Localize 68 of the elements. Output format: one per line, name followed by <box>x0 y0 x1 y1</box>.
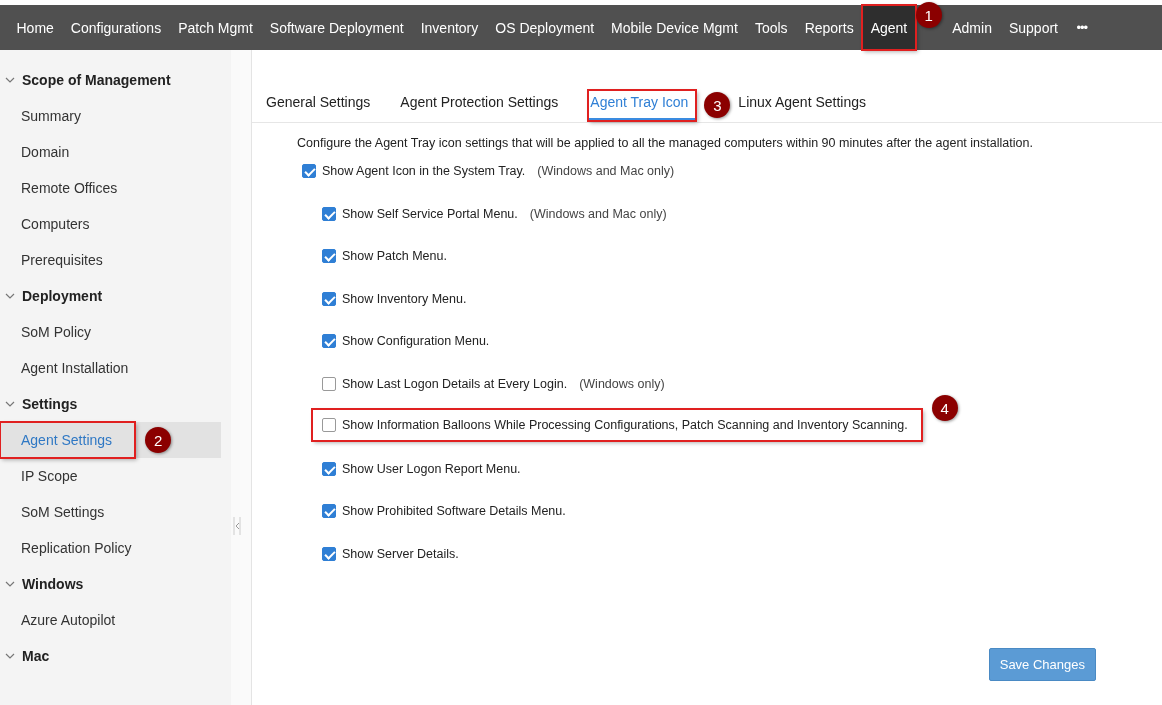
settings-tab[interactable]: General Settings <box>266 89 379 121</box>
more-menu-button[interactable]: ••• <box>1066 20 1098 35</box>
collapse-handle-icon[interactable] <box>233 517 241 535</box>
settings-tab[interactable]: Agent Protection Settings <box>400 89 567 121</box>
callout-number: 4 <box>931 395 958 421</box>
callout-number: 3 <box>704 92 731 118</box>
chevron-icon[interactable] <box>5 401 15 407</box>
nav-tab[interactable]: Admin <box>943 5 1001 50</box>
checkbox[interactable] <box>322 206 336 221</box>
option-label: Show Self Service Portal Menu. <box>342 206 518 221</box>
nav-tab[interactable]: Tools <box>746 5 797 50</box>
settings-tab[interactable]: Linux Agent Settings <box>738 89 874 121</box>
section-title[interactable]: Settings <box>22 396 78 412</box>
nav-tab[interactable]: Agent <box>862 5 916 50</box>
nav-tab[interactable]: Patch Mgmt <box>169 5 262 50</box>
nav-tab[interactable]: Reports <box>796 5 863 50</box>
sidebar-item[interactable]: Prerequisites <box>0 242 126 278</box>
checkbox[interactable] <box>302 164 316 178</box>
nav-tab[interactable]: Software Deployment <box>261 5 413 50</box>
nav-tab[interactable]: Support <box>1000 5 1067 50</box>
checkbox[interactable] <box>322 504 336 518</box>
chevron-icon[interactable] <box>5 293 15 299</box>
section-title[interactable]: Windows <box>22 576 84 592</box>
checkbox[interactable] <box>322 249 336 263</box>
option-label: Show Configuration Menu. <box>342 334 490 348</box>
sidebar-item[interactable]: Domain <box>0 134 93 170</box>
checkbox[interactable] <box>322 376 336 391</box>
checkbox[interactable] <box>322 546 336 561</box>
nav-tab[interactable]: Configurations <box>62 5 170 50</box>
sidebar-item[interactable]: Agent Installation <box>0 350 152 386</box>
section-title[interactable]: Deployment <box>22 288 103 304</box>
option-label: Show Last Logon Details at Every Login. <box>342 376 568 391</box>
sidebar-item[interactable]: Computers <box>0 206 113 242</box>
option-label: Show User Logon Report Menu. <box>342 461 521 476</box>
chevron-icon[interactable] <box>5 77 15 83</box>
sidebar-item[interactable]: Remote Offices <box>0 170 141 206</box>
sidebar-item[interactable]: SoM Settings <box>0 494 128 530</box>
option-label: Show Server Details. <box>342 546 459 561</box>
nav-tab[interactable]: Mobile Device Mgmt <box>602 5 747 50</box>
checkbox[interactable] <box>322 334 336 348</box>
sidebar-item[interactable]: Replication Policy <box>0 530 155 566</box>
chevron-icon[interactable] <box>5 653 15 659</box>
option-label: Show Information Balloons While Processing Configurations, Patch Scanning and Inventory Scanning. <box>342 418 908 432</box>
description-text: Configure the Agent Tray icon settings that will be applied to all the managed computers within 90 minutes after the agent installation. <box>297 136 1034 150</box>
sidebar-item[interactable]: Azure Autopilot <box>0 602 139 638</box>
option-label: Show Prohibited Software Details Menu. <box>342 504 566 518</box>
checkbox[interactable] <box>322 418 336 432</box>
chevron-icon[interactable] <box>5 581 15 587</box>
nav-tab[interactable]: Home <box>8 5 63 50</box>
section-title[interactable]: Mac <box>22 648 50 664</box>
option-label: Show Agent Icon in the System Tray. <box>322 164 526 178</box>
sidebar-item[interactable]: Summary <box>0 98 104 134</box>
sidebar-item[interactable]: IP Scope <box>0 458 101 494</box>
option-note: (Windows and Mac only) <box>537 164 675 178</box>
option-note: (Windows only) <box>579 376 665 391</box>
nav-tab[interactable]: OS Deployment <box>486 5 603 50</box>
settings-tab[interactable]: Agent Tray Icon <box>588 89 697 121</box>
nav-tab[interactable]: Inventory <box>412 5 487 50</box>
callout-number: 1 <box>915 2 942 28</box>
option-label: Show Patch Menu. <box>342 249 447 263</box>
checkbox[interactable] <box>322 291 336 306</box>
option-note: (Windows and Mac only) <box>529 206 667 221</box>
sidebar-item[interactable]: SoM Policy <box>0 314 115 350</box>
checkbox[interactable] <box>322 461 336 476</box>
callout-number: 2 <box>145 427 172 453</box>
option-label: Show Inventory Menu. <box>342 291 467 306</box>
section-title[interactable]: Scope of Management <box>22 72 171 88</box>
sidebar-item[interactable]: Agent Settings <box>0 422 136 458</box>
